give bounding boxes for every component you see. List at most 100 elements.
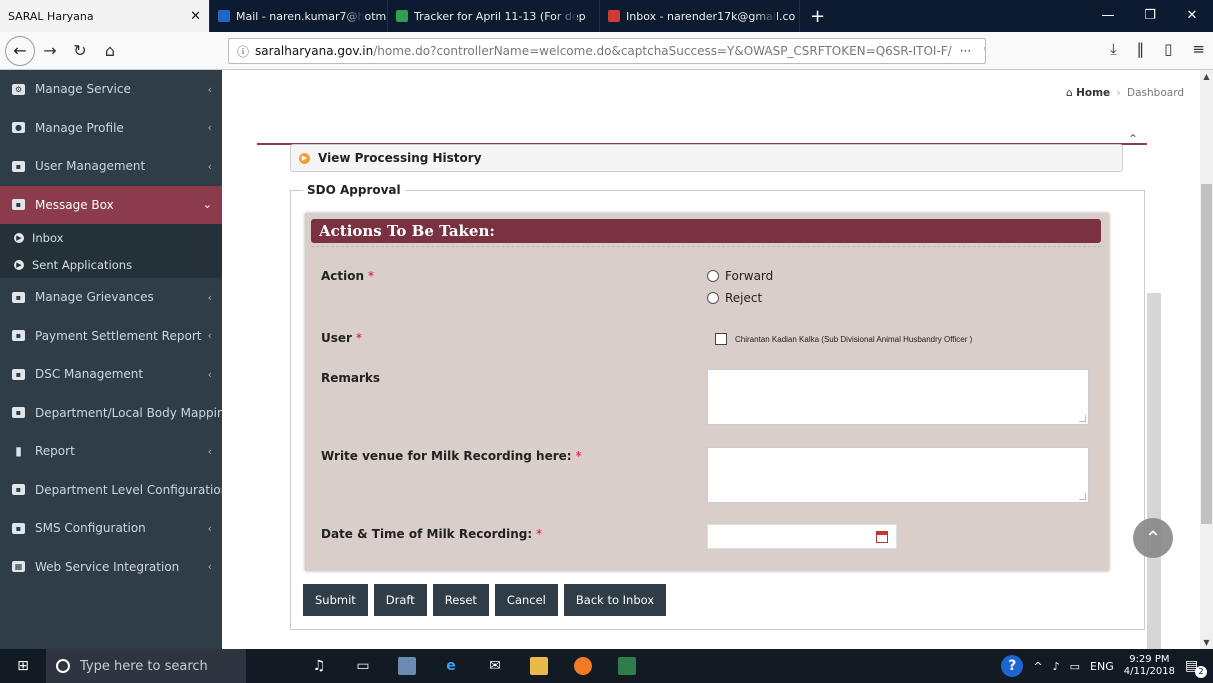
close-window-icon[interactable]: ✕ — [1171, 0, 1213, 32]
sidebar-item-sms-configuration[interactable]: ▪ SMS Configuration ‹ — [0, 509, 222, 548]
subitem-label: Inbox — [32, 230, 64, 245]
actions-header: Actions To Be Taken: — [311, 219, 1101, 243]
help-icon[interactable]: ? — [1001, 655, 1024, 677]
tab-gmail-inbox[interactable]: Inbox - narender17k@gmail.co ✕ — [600, 0, 800, 32]
notification-count: 2 — [1195, 666, 1207, 678]
tab-mail[interactable]: Mail - naren.kumar7@hotmail. ✕ — [210, 0, 388, 32]
sidebar-item-user-management[interactable]: ▪ User Management ‹ — [0, 147, 222, 186]
remarks-textarea[interactable] — [707, 369, 1089, 425]
task-view-icon[interactable]: ▭ — [354, 657, 372, 675]
restore-icon[interactable]: ❐ — [1129, 0, 1171, 32]
scroll-up-icon[interactable]: ⌃ — [1128, 132, 1138, 146]
sidebar-item-label: Department Level Configuration — [35, 482, 222, 497]
sidebar-item-payment-settlement-report[interactable]: ▪ Payment Settlement Report ‹ — [0, 317, 222, 356]
datetime-input[interactable] — [707, 524, 897, 549]
download-icon[interactable]: ⤓ — [1110, 40, 1117, 58]
pocket-icon[interactable]: ♡ — [983, 44, 985, 58]
chevron-left-icon: ‹ — [207, 367, 212, 381]
submit-button[interactable]: Submit — [303, 584, 368, 616]
reload-icon[interactable]: ↻ — [65, 41, 95, 60]
tab-tracker[interactable]: Tracker for April 11-13 (For dep ✕ — [388, 0, 600, 32]
radio-label: Reject — [725, 291, 763, 305]
windows-start-icon[interactable]: ⊞ — [0, 658, 46, 674]
reset-button[interactable]: Reset — [432, 584, 489, 616]
sidebar-subitem-sent-applications[interactable]: ▶ Sent Applications — [0, 251, 222, 278]
radio-circle[interactable] — [707, 270, 719, 282]
calendar-icon[interactable] — [876, 531, 888, 543]
scroll-to-top-button[interactable]: ⌃ — [1133, 518, 1173, 558]
sidebar-item-label: Report — [35, 444, 75, 459]
user-checkbox-option[interactable]: Chirantan Kadian Kalka (Sub Divisional A… — [715, 333, 972, 345]
breadcrumb-home[interactable]: Home — [1076, 87, 1110, 99]
actions-box: Actions To Be Taken: Action * Forward Rej… — [305, 213, 1109, 571]
card-icon: ▪ — [12, 484, 25, 496]
url-bar[interactable]: ⓘ saralharyana.gov.in/home.do?controller… — [228, 38, 986, 64]
cancel-button[interactable]: Cancel — [494, 584, 558, 616]
scroll-down-arrow-icon[interactable]: ▼ — [1200, 638, 1213, 647]
back-arrow-icon[interactable]: ← — [5, 35, 35, 66]
sidebar-item-manage-service[interactable]: ⚙ Manage Service ‹ — [0, 70, 222, 109]
notes-app-icon[interactable] — [398, 657, 416, 675]
page-actions-icon[interactable]: ··· — [960, 44, 971, 58]
back-to-inbox-button[interactable]: Back to Inbox — [563, 584, 667, 616]
map-icon: ▦ — [12, 561, 25, 573]
chevron-left-icon: ‹ — [207, 121, 212, 135]
mail-app-icon[interactable]: ✉ — [486, 657, 504, 675]
card-icon: ▪ — [12, 368, 25, 380]
draft-button[interactable]: Draft — [373, 584, 427, 616]
firefox-icon[interactable] — [574, 657, 592, 675]
library-icon[interactable]: ‖ — [1137, 40, 1145, 58]
sidebar-item-label: Manage Service — [35, 82, 131, 97]
sidebar-item-message-box[interactable]: ▪ Message Box ⌄ — [0, 185, 222, 224]
sidebar-item-department-level-configuration[interactable]: ▪ Department Level Configuration — [0, 471, 222, 510]
sidebar-item-dsc-management[interactable]: ▪ DSC Management ‹ — [0, 355, 222, 394]
excel-icon[interactable] — [618, 657, 636, 675]
sidebar-item-report[interactable]: ▮ Report ‹ — [0, 432, 222, 471]
scrollbar-thumb[interactable] — [1147, 293, 1161, 649]
network-icon[interactable]: ▭ — [1070, 660, 1080, 673]
navigation-bar: ← → ↻ ⌂ ⓘ saralharyana.gov.in/home.do?co… — [0, 32, 1213, 70]
microphone-icon[interactable]: ♫ — [310, 657, 328, 675]
user-label: User * — [321, 331, 362, 345]
sidebar-item-manage-profile[interactable]: ● Manage Profile ‹ — [0, 109, 222, 148]
tray-overflow-icon[interactable]: ^ — [1033, 660, 1042, 673]
radio-reject[interactable]: Reject — [707, 291, 762, 305]
radio-forward[interactable]: Forward — [707, 269, 773, 283]
home-icon[interactable]: ⌂ — [95, 41, 125, 60]
sidebar-subitem-inbox[interactable]: ▶ Inbox — [0, 224, 222, 251]
volume-icon[interactable]: ♪ — [1053, 660, 1060, 673]
view-processing-history-toggle[interactable]: ▶ View Processing History — [290, 144, 1123, 172]
page-scrollbar[interactable]: ▲ ▼ — [1200, 70, 1213, 649]
sidebar-item-web-service-integration[interactable]: ▦ Web Service Integration ‹ — [0, 548, 222, 587]
info-icon[interactable]: ⓘ — [237, 43, 249, 60]
edge-browser-icon[interactable]: e — [442, 657, 460, 675]
plus-icon[interactable]: + — [800, 0, 835, 32]
sidebar-item-manage-grievances[interactable]: ▪ Manage Grievances ‹ — [0, 278, 222, 317]
outlook-icon — [218, 10, 230, 22]
close-icon[interactable]: ✕ — [184, 9, 201, 24]
chevron-left-icon: ‹ — [207, 290, 212, 304]
tab-saral-haryana[interactable]: SARAL Haryana ✕ — [0, 0, 210, 32]
sidebar-item-department-local-body-mapping[interactable]: ▪ Department/Local Body Mapping — [0, 394, 222, 433]
radio-circle[interactable] — [707, 292, 719, 304]
forward-arrow-icon[interactable]: → — [35, 41, 65, 60]
fieldset-legend: SDO Approval — [303, 183, 405, 197]
menu-icon[interactable]: ≡ — [1192, 40, 1205, 58]
chevron-up-icon: ⌃ — [1144, 526, 1162, 550]
sidebar-toggle-icon[interactable]: ▯ — [1164, 40, 1172, 58]
taskbar-search[interactable]: Type here to search — [46, 649, 246, 683]
scrollbar-thumb[interactable] — [1201, 184, 1212, 524]
inner-scrollbar[interactable] — [1147, 128, 1173, 649]
venue-textarea[interactable] — [707, 447, 1089, 503]
language-indicator[interactable]: ENG — [1090, 660, 1114, 673]
checkbox[interactable] — [715, 333, 727, 345]
close-icon[interactable]: ✕ — [592, 9, 599, 24]
cogs-icon: ⚙ — [12, 83, 25, 95]
minimize-icon[interactable]: — — [1087, 0, 1129, 32]
clock[interactable]: 9:29 PM 4/11/2018 — [1124, 654, 1175, 678]
notification-icon[interactable]: ▤ 2 — [1185, 658, 1207, 678]
chevron-left-icon: ‹ — [207, 444, 212, 458]
scroll-up-arrow-icon[interactable]: ▲ — [1200, 72, 1213, 81]
file-explorer-icon[interactable] — [530, 657, 548, 675]
sidebar: ⚙ Manage Service ‹ ● Manage Profile ‹ ▪ User … — [0, 70, 222, 649]
